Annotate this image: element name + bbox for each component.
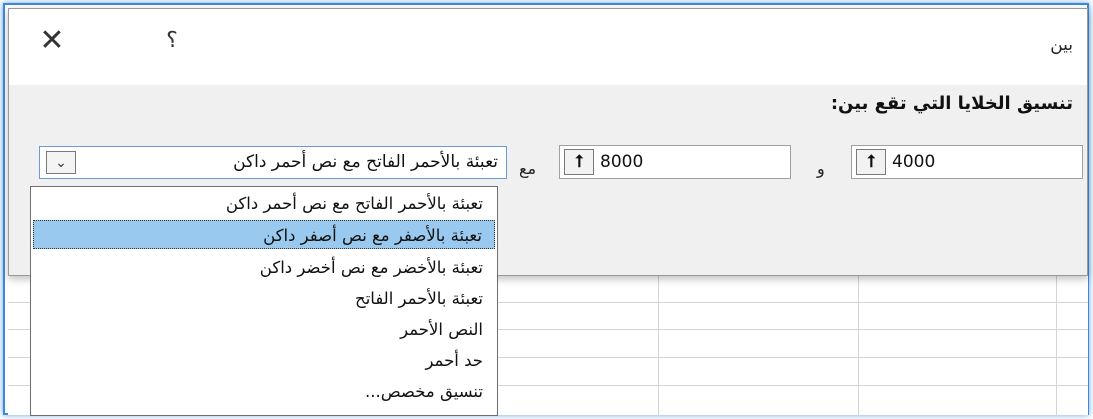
collapse-dialog-icon[interactable]: ⭡ bbox=[856, 149, 886, 175]
dialog-title: بين bbox=[1050, 35, 1073, 55]
format-option[interactable]: حد أحمر bbox=[33, 346, 495, 375]
help-icon[interactable]: ؟ bbox=[157, 21, 187, 61]
and-label: و bbox=[817, 159, 825, 178]
format-option[interactable]: تنسيق مخصص... bbox=[33, 377, 495, 406]
with-label: مع bbox=[519, 159, 537, 178]
format-option[interactable]: تعبئة بالأحمر الفاتح مع نص أحمر داكن bbox=[33, 189, 495, 218]
close-icon[interactable]: ✕ bbox=[29, 21, 75, 61]
format-option[interactable]: تعبئة بالأخضر مع نص أخضر داكن bbox=[33, 253, 495, 282]
high-value-field[interactable]: 8000 ⭡ bbox=[559, 145, 791, 179]
format-options-list: تعبئة بالأحمر الفاتح مع نص أحمر داكن تعب… bbox=[30, 186, 498, 416]
high-value: 8000 bbox=[600, 152, 644, 172]
chevron-down-icon[interactable]: ⌄ bbox=[46, 151, 76, 174]
dialog-prompt: تنسيق الخلايا التي تقع بين: bbox=[830, 93, 1073, 114]
format-select-value: تعبئة بالأحمر الفاتح مع نص أحمر داكن bbox=[233, 152, 498, 172]
title-bar: ✕ ؟ بين bbox=[9, 9, 1087, 85]
format-select[interactable]: ⌄ تعبئة بالأحمر الفاتح مع نص أحمر داكن bbox=[39, 146, 507, 179]
format-option[interactable]: تعبئة بالأصفر مع نص أصفر داكن bbox=[33, 220, 495, 249]
low-value-field[interactable]: 4000 ⭡ bbox=[851, 145, 1083, 179]
format-option[interactable]: النص الأحمر bbox=[33, 315, 495, 344]
format-option[interactable]: تعبئة بالأحمر الفاتح bbox=[33, 284, 495, 313]
low-value: 4000 bbox=[892, 152, 936, 172]
collapse-dialog-icon[interactable]: ⭡ bbox=[564, 149, 594, 175]
